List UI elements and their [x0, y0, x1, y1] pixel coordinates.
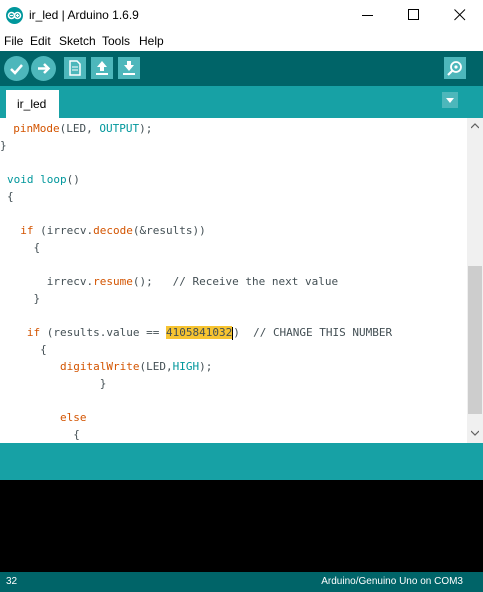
- code-line: irrecv.resume(); // Receive the next val…: [7, 275, 339, 288]
- toolbar: [0, 51, 483, 86]
- line-number: 32: [6, 576, 18, 587]
- menu-edit[interactable]: Edit: [30, 34, 51, 48]
- code-line: if (irrecv.decode(&results)): [20, 224, 206, 237]
- maximize-button[interactable]: [391, 0, 437, 31]
- serial-monitor-button[interactable]: [444, 57, 466, 79]
- chevron-down-icon: [446, 98, 454, 103]
- new-icon: [69, 60, 81, 76]
- code-line: {: [7, 241, 41, 254]
- window-title: ir_led | Arduino 1.6.9: [29, 8, 139, 22]
- minimize-button[interactable]: [345, 0, 391, 31]
- tab-menu-button[interactable]: [442, 92, 458, 108]
- close-button[interactable]: [437, 0, 483, 31]
- title-bar: ir_led | Arduino 1.6.9: [0, 0, 483, 31]
- close-icon: [454, 9, 466, 21]
- menu-file[interactable]: File: [4, 34, 23, 48]
- arduino-logo-icon: [6, 7, 23, 24]
- code-line: else: [59, 411, 87, 424]
- message-area: [0, 443, 483, 480]
- code-line: }: [0, 139, 7, 152]
- scroll-up-icon: [471, 123, 479, 129]
- upload-icon: [38, 63, 51, 74]
- code-line: {: [7, 190, 14, 203]
- serial-monitor-icon: [447, 61, 462, 76]
- verify-icon: [10, 64, 23, 75]
- upload-button[interactable]: [31, 56, 56, 81]
- tab-label: ir_led: [17, 97, 47, 111]
- scrollbar-thumb[interactable]: [468, 266, 482, 414]
- code-line: {: [7, 343, 47, 356]
- save-icon: [123, 61, 135, 75]
- tab-ir-led[interactable]: ir_led: [6, 90, 59, 118]
- search-highlight: 4105841032: [165, 326, 233, 339]
- code-line: }: [7, 377, 107, 390]
- tab-strip: ir_led: [0, 86, 483, 118]
- code-line: {: [7, 428, 80, 441]
- console-output[interactable]: [0, 480, 483, 572]
- minimize-icon: [362, 15, 373, 16]
- maximize-icon: [408, 9, 419, 20]
- save-button[interactable]: [118, 57, 140, 79]
- open-button[interactable]: [91, 57, 113, 79]
- code-line: void loop(): [7, 173, 80, 186]
- code-line: pinMode(LED, OUTPUT);: [13, 122, 153, 135]
- code-editor[interactable]: pinMode(LED, OUTPUT); } void loop() { if…: [0, 118, 467, 443]
- open-icon: [96, 61, 108, 75]
- vertical-scrollbar[interactable]: [467, 118, 483, 443]
- menu-tools[interactable]: Tools: [102, 34, 130, 48]
- status-bar: 32 Arduino/Genuino Uno on COM3: [0, 572, 483, 592]
- code-line: }: [7, 292, 41, 305]
- verify-button[interactable]: [4, 56, 29, 81]
- new-button[interactable]: [64, 57, 86, 79]
- code-line: digitalWrite(LED,HIGH);: [59, 360, 213, 373]
- board-info: Arduino/Genuino Uno on COM3: [321, 576, 463, 587]
- menu-bar: File Edit Sketch Tools Help: [0, 31, 483, 51]
- code-line: if (results.value == 4105841032) // CHAN…: [26, 326, 393, 340]
- menu-sketch[interactable]: Sketch: [59, 34, 96, 48]
- scroll-down-icon: [471, 430, 479, 436]
- menu-help[interactable]: Help: [139, 34, 164, 48]
